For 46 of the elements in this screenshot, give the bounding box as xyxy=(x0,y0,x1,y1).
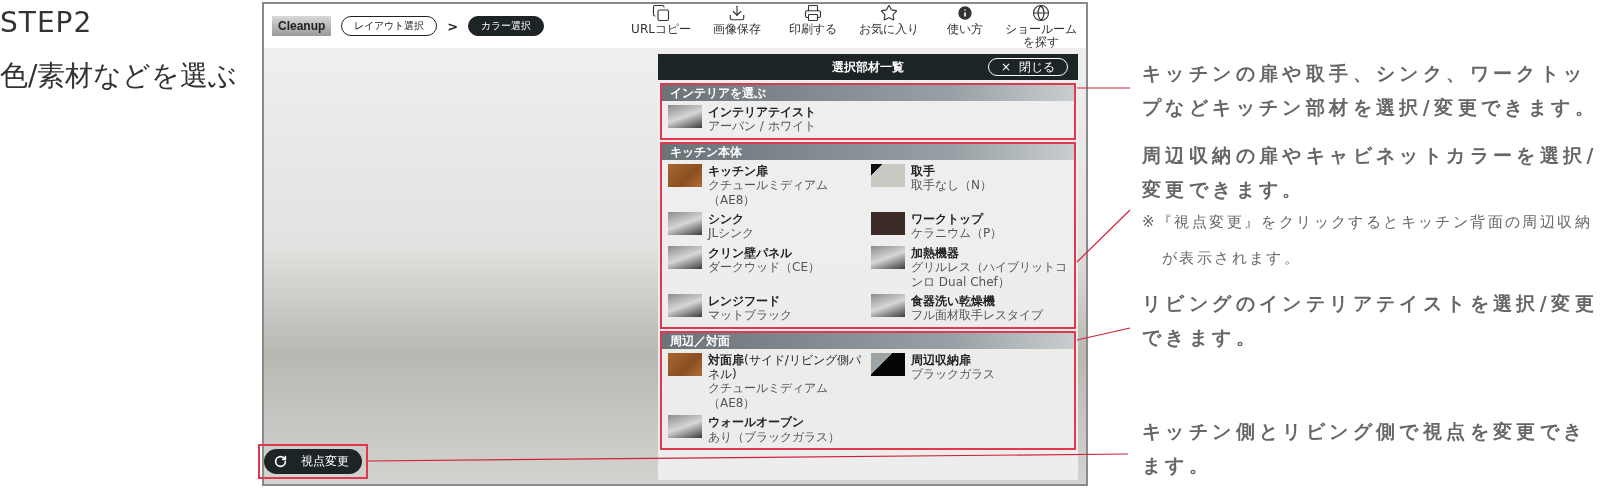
toolbar-button[interactable]: URLコピー xyxy=(624,3,698,49)
toolbar-button[interactable]: 印刷する xyxy=(776,3,850,49)
part-name: ウォールオーブン xyxy=(708,415,805,430)
part-value: ダークウッド（CE） xyxy=(708,260,820,275)
part-value: あり（ブラックガラス） xyxy=(708,429,840,445)
part-name: 加熱機器 xyxy=(911,245,960,261)
part-name: 対面扉(サイド/リビング側パネル) xyxy=(708,352,862,382)
part-name: クリン壁パネル xyxy=(708,245,793,261)
breadcrumb-step[interactable]: カラー選択 xyxy=(468,16,545,36)
annotation-text: キッチン側とリビング側で視点を変更できます。 xyxy=(1142,419,1588,478)
part-name: インテリアテイスト xyxy=(708,105,816,120)
part-value: アーバン / ホワイト xyxy=(708,119,816,134)
part-name: シンク xyxy=(708,211,745,227)
part-value: マットブラック xyxy=(708,308,792,323)
toolbar-button[interactable]: ショールームを探す xyxy=(1004,3,1078,49)
logo: Cleanup xyxy=(272,16,332,36)
part-name: 周辺収納扉 xyxy=(911,352,972,368)
part-name: ワークトップ xyxy=(911,211,985,227)
annotation-text: キッチンの扉や取手、シンク、ワークトップなどキッチン部材を選択/変更できます。 xyxy=(1142,61,1598,120)
part-name: キッチン扉 xyxy=(708,163,769,179)
view-change-button[interactable]: 視点変更 xyxy=(264,449,362,474)
step-title: 色/素材などを選ぶ xyxy=(0,58,239,94)
panel-title: 選択部材一覧 xyxy=(832,58,904,76)
part-name: 食器洗い乾燥機 xyxy=(911,293,996,309)
part-value: クチュールミディアム（AE8） xyxy=(708,178,829,207)
breadcrumb-step[interactable]: レイアウト選択 xyxy=(341,16,438,36)
part-value: ケラニウム（P） xyxy=(911,226,1003,241)
part-value: JLシンク xyxy=(708,226,755,241)
part-name: レンジフード xyxy=(708,293,781,309)
part-name: 取手 xyxy=(911,163,936,179)
toolbar-button[interactable]: お気に入り xyxy=(852,3,926,49)
annotation-text: 周辺収納の扉やキャビネットカラーを選択/変更できます。 xyxy=(1142,143,1598,202)
section-header: インテリアを選ぶ xyxy=(662,85,1074,101)
toolbar-button[interactable]: 画像保存 xyxy=(700,3,774,49)
annotation-note: ※『視点変更』をクリックするとキッチン背面の周辺収納が表示されます。 xyxy=(1142,212,1593,269)
section-header: キッチン本体 xyxy=(662,143,1074,160)
toolbar-button[interactable]: 使い方 xyxy=(928,3,1002,49)
part-value: グリルレス（ハイブリットコンロ Dual Chef） xyxy=(911,260,1068,289)
part-value: フル面材取手レスタイプ xyxy=(911,308,1043,323)
part-value: クチュールミディアム（AE8） xyxy=(708,381,829,411)
breadcrumb-separator: > xyxy=(447,18,459,34)
part-value: 取手なし（N） xyxy=(911,178,992,193)
part-value: ブラックガラス xyxy=(911,367,995,382)
section-header: 周辺／対面 xyxy=(662,332,1074,349)
annotation-text: リビングのインテリアテイストを選択/変更できます。 xyxy=(1142,291,1598,350)
step-label: STEP2 xyxy=(0,6,94,39)
